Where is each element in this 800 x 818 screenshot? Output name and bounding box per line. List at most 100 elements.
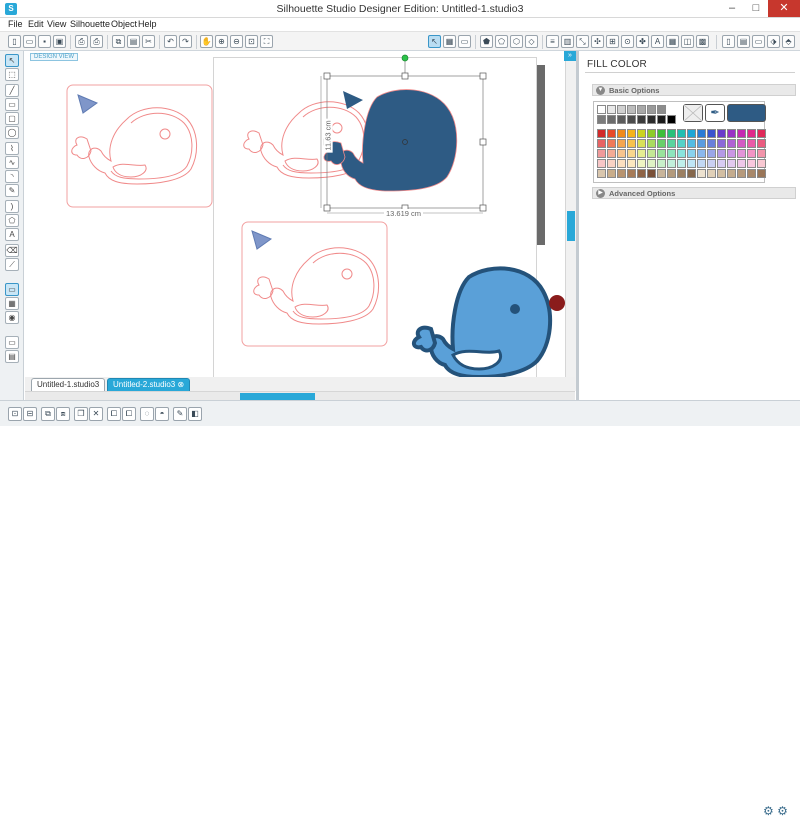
color-swatch[interactable] (707, 159, 716, 168)
gray-swatch[interactable] (637, 105, 646, 114)
zoom-in-icon[interactable]: ⊕ (215, 35, 228, 48)
knife-icon[interactable]: ⊙ (621, 35, 634, 48)
color-swatch[interactable] (707, 139, 716, 148)
color-swatch[interactable] (697, 159, 706, 168)
select-mode-icon[interactable]: ↖ (428, 35, 441, 48)
library-icon[interactable]: ◫ (681, 35, 694, 48)
gradient-icon[interactable]: ◇ (525, 35, 538, 48)
color-swatch[interactable] (667, 139, 676, 148)
horizontal-scrollbar[interactable] (25, 391, 575, 400)
color-swatch[interactable] (687, 159, 696, 168)
color-swatch[interactable] (637, 139, 646, 148)
undo-icon[interactable]: ↶ (164, 35, 177, 48)
color-swatch[interactable] (747, 129, 756, 138)
color-swatch[interactable] (597, 149, 606, 158)
paste-icon[interactable]: ▤ (127, 35, 140, 48)
menu-edit[interactable]: Edit (28, 19, 44, 29)
send-back-icon[interactable]: ⧠ (122, 407, 136, 421)
print-icon[interactable]: ⎙ (75, 35, 88, 48)
vertical-scrollbar[interactable] (565, 51, 576, 391)
color-swatch[interactable] (717, 159, 726, 168)
color-swatch[interactable] (757, 149, 766, 158)
color-swatch[interactable] (627, 139, 636, 148)
color-swatch[interactable] (607, 159, 616, 168)
color-swatch[interactable] (617, 159, 626, 168)
color-swatch[interactable] (617, 129, 626, 138)
register-icon[interactable]: ⬗ (767, 35, 780, 48)
color-swatch[interactable] (727, 159, 736, 168)
maximize-button[interactable]: □ (744, 0, 768, 17)
page-icon[interactable]: ◧ (188, 407, 202, 421)
vertical-scroll-thumb[interactable] (567, 211, 575, 241)
color-swatch[interactable] (707, 129, 716, 138)
rounded-rect-tool-icon[interactable]: ▢ (5, 112, 19, 125)
basic-options-header[interactable]: ▼ Basic Options (592, 84, 796, 96)
select-icon[interactable]: ↖ (5, 54, 19, 67)
color-swatch[interactable] (677, 139, 686, 148)
color-swatch[interactable] (597, 139, 606, 148)
color-swatch[interactable] (607, 139, 616, 148)
color-swatch[interactable] (697, 149, 706, 158)
color-swatch[interactable] (737, 149, 746, 158)
color-swatch[interactable] (717, 169, 726, 178)
color-swatch[interactable] (737, 139, 746, 148)
tab-untitled-2[interactable]: Untitled-2.studio3 ⊗ (107, 378, 191, 391)
color-swatch[interactable] (657, 129, 666, 138)
design-canvas[interactable]: DESIGN VIEW 13.619 cm 11.63 cm (25, 51, 565, 377)
gray-swatch[interactable] (607, 105, 616, 114)
color-swatch[interactable] (757, 169, 766, 178)
color-swatch[interactable] (617, 139, 626, 148)
print-cut-icon[interactable]: ⎙ (90, 35, 103, 48)
color-swatch[interactable] (697, 139, 706, 148)
ellipse-tool-icon[interactable]: ◯ (5, 126, 19, 139)
color-swatch[interactable] (667, 159, 676, 168)
color-swatch[interactable] (737, 159, 746, 168)
gray-swatch[interactable] (657, 115, 666, 124)
menu-view[interactable]: View (47, 19, 66, 29)
gray-swatch[interactable] (617, 105, 626, 114)
color-swatch[interactable] (597, 159, 606, 168)
color-swatch[interactable] (687, 169, 696, 178)
replicate-icon[interactable]: ✣ (591, 35, 604, 48)
color-swatch[interactable] (657, 159, 666, 168)
color-swatch[interactable] (657, 139, 666, 148)
menu-object[interactable]: Object (111, 19, 137, 29)
color-swatch[interactable] (727, 129, 736, 138)
color-swatch[interactable] (657, 169, 666, 178)
color-swatch[interactable] (677, 159, 686, 168)
cut-icon[interactable]: ✂ (142, 35, 155, 48)
trace-icon[interactable]: ✤ (636, 35, 649, 48)
media-icon[interactable]: ▦ (666, 35, 679, 48)
gray-swatch[interactable] (607, 115, 616, 124)
bring-front-icon[interactable]: ⧠ (107, 407, 121, 421)
mirror-icon[interactable]: ◓ (155, 407, 169, 421)
gray-swatch[interactable] (647, 105, 656, 114)
tab-untitled-1[interactable]: Untitled-1.studio3 (31, 378, 106, 391)
color-swatch[interactable] (637, 129, 646, 138)
weld-icon[interactable]: ◌ (140, 407, 154, 421)
modify-icon[interactable]: ⊞ (606, 35, 619, 48)
color-swatch[interactable] (667, 149, 676, 158)
text-style-icon[interactable]: A (651, 35, 664, 48)
store-view-icon[interactable]: ◉ (5, 311, 19, 324)
gray-swatch[interactable] (627, 105, 636, 114)
release-compound-icon[interactable]: ⧈ (56, 407, 70, 421)
page-panel-icon[interactable]: ▭ (5, 336, 19, 349)
group-icon[interactable]: ⊡ (8, 407, 22, 421)
transform-icon[interactable]: ⤡ (576, 35, 589, 48)
line-tool-icon[interactable]: ╱ (5, 84, 19, 97)
color-swatch[interactable] (687, 149, 696, 158)
eyedropper-icon[interactable]: ✒ (705, 104, 725, 122)
color-swatch[interactable] (727, 149, 736, 158)
smooth-freehand-icon[interactable]: ) (5, 200, 19, 213)
color-swatch[interactable] (627, 129, 636, 138)
color-swatch[interactable] (627, 149, 636, 158)
pan-icon[interactable]: ✋ (200, 35, 213, 48)
color-swatch[interactable] (707, 149, 716, 158)
align-icon[interactable]: ▥ (561, 35, 574, 48)
gray-swatch[interactable] (617, 115, 626, 124)
cut-panel-icon[interactable]: ▤ (5, 350, 19, 363)
open-icon[interactable]: ▭ (23, 35, 36, 48)
color-swatch[interactable] (647, 139, 656, 148)
color-swatch[interactable] (647, 159, 656, 168)
